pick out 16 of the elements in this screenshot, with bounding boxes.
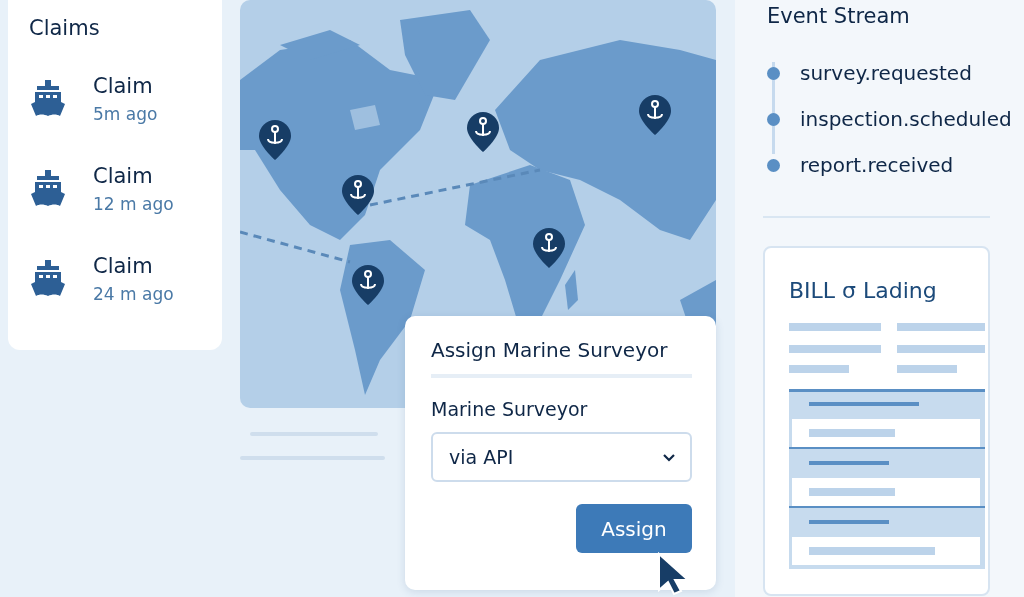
claim-time: 12 m ago (93, 194, 174, 214)
surveyor-select[interactable]: via API (431, 432, 692, 482)
claim-time: 5m ago (93, 104, 158, 124)
event-name: inspection.scheduled (800, 107, 1012, 131)
claim-title: Claim (93, 254, 153, 278)
claim-time: 24 m ago (93, 284, 174, 304)
field-label: Marine Surveyor (431, 398, 588, 420)
claim-title: Claim (93, 164, 153, 188)
panel-title: Claims (29, 16, 100, 40)
event-name: report.received (800, 153, 954, 177)
section-title: Event Stream (767, 4, 910, 28)
document-title: BILL σ Lading (789, 278, 937, 303)
assign-button[interactable]: Assign (576, 504, 692, 553)
claim-title: Claim (93, 74, 153, 98)
event-name: survey.requested (800, 61, 972, 85)
dialog-title: Assign Marine Surveyor (431, 338, 668, 362)
